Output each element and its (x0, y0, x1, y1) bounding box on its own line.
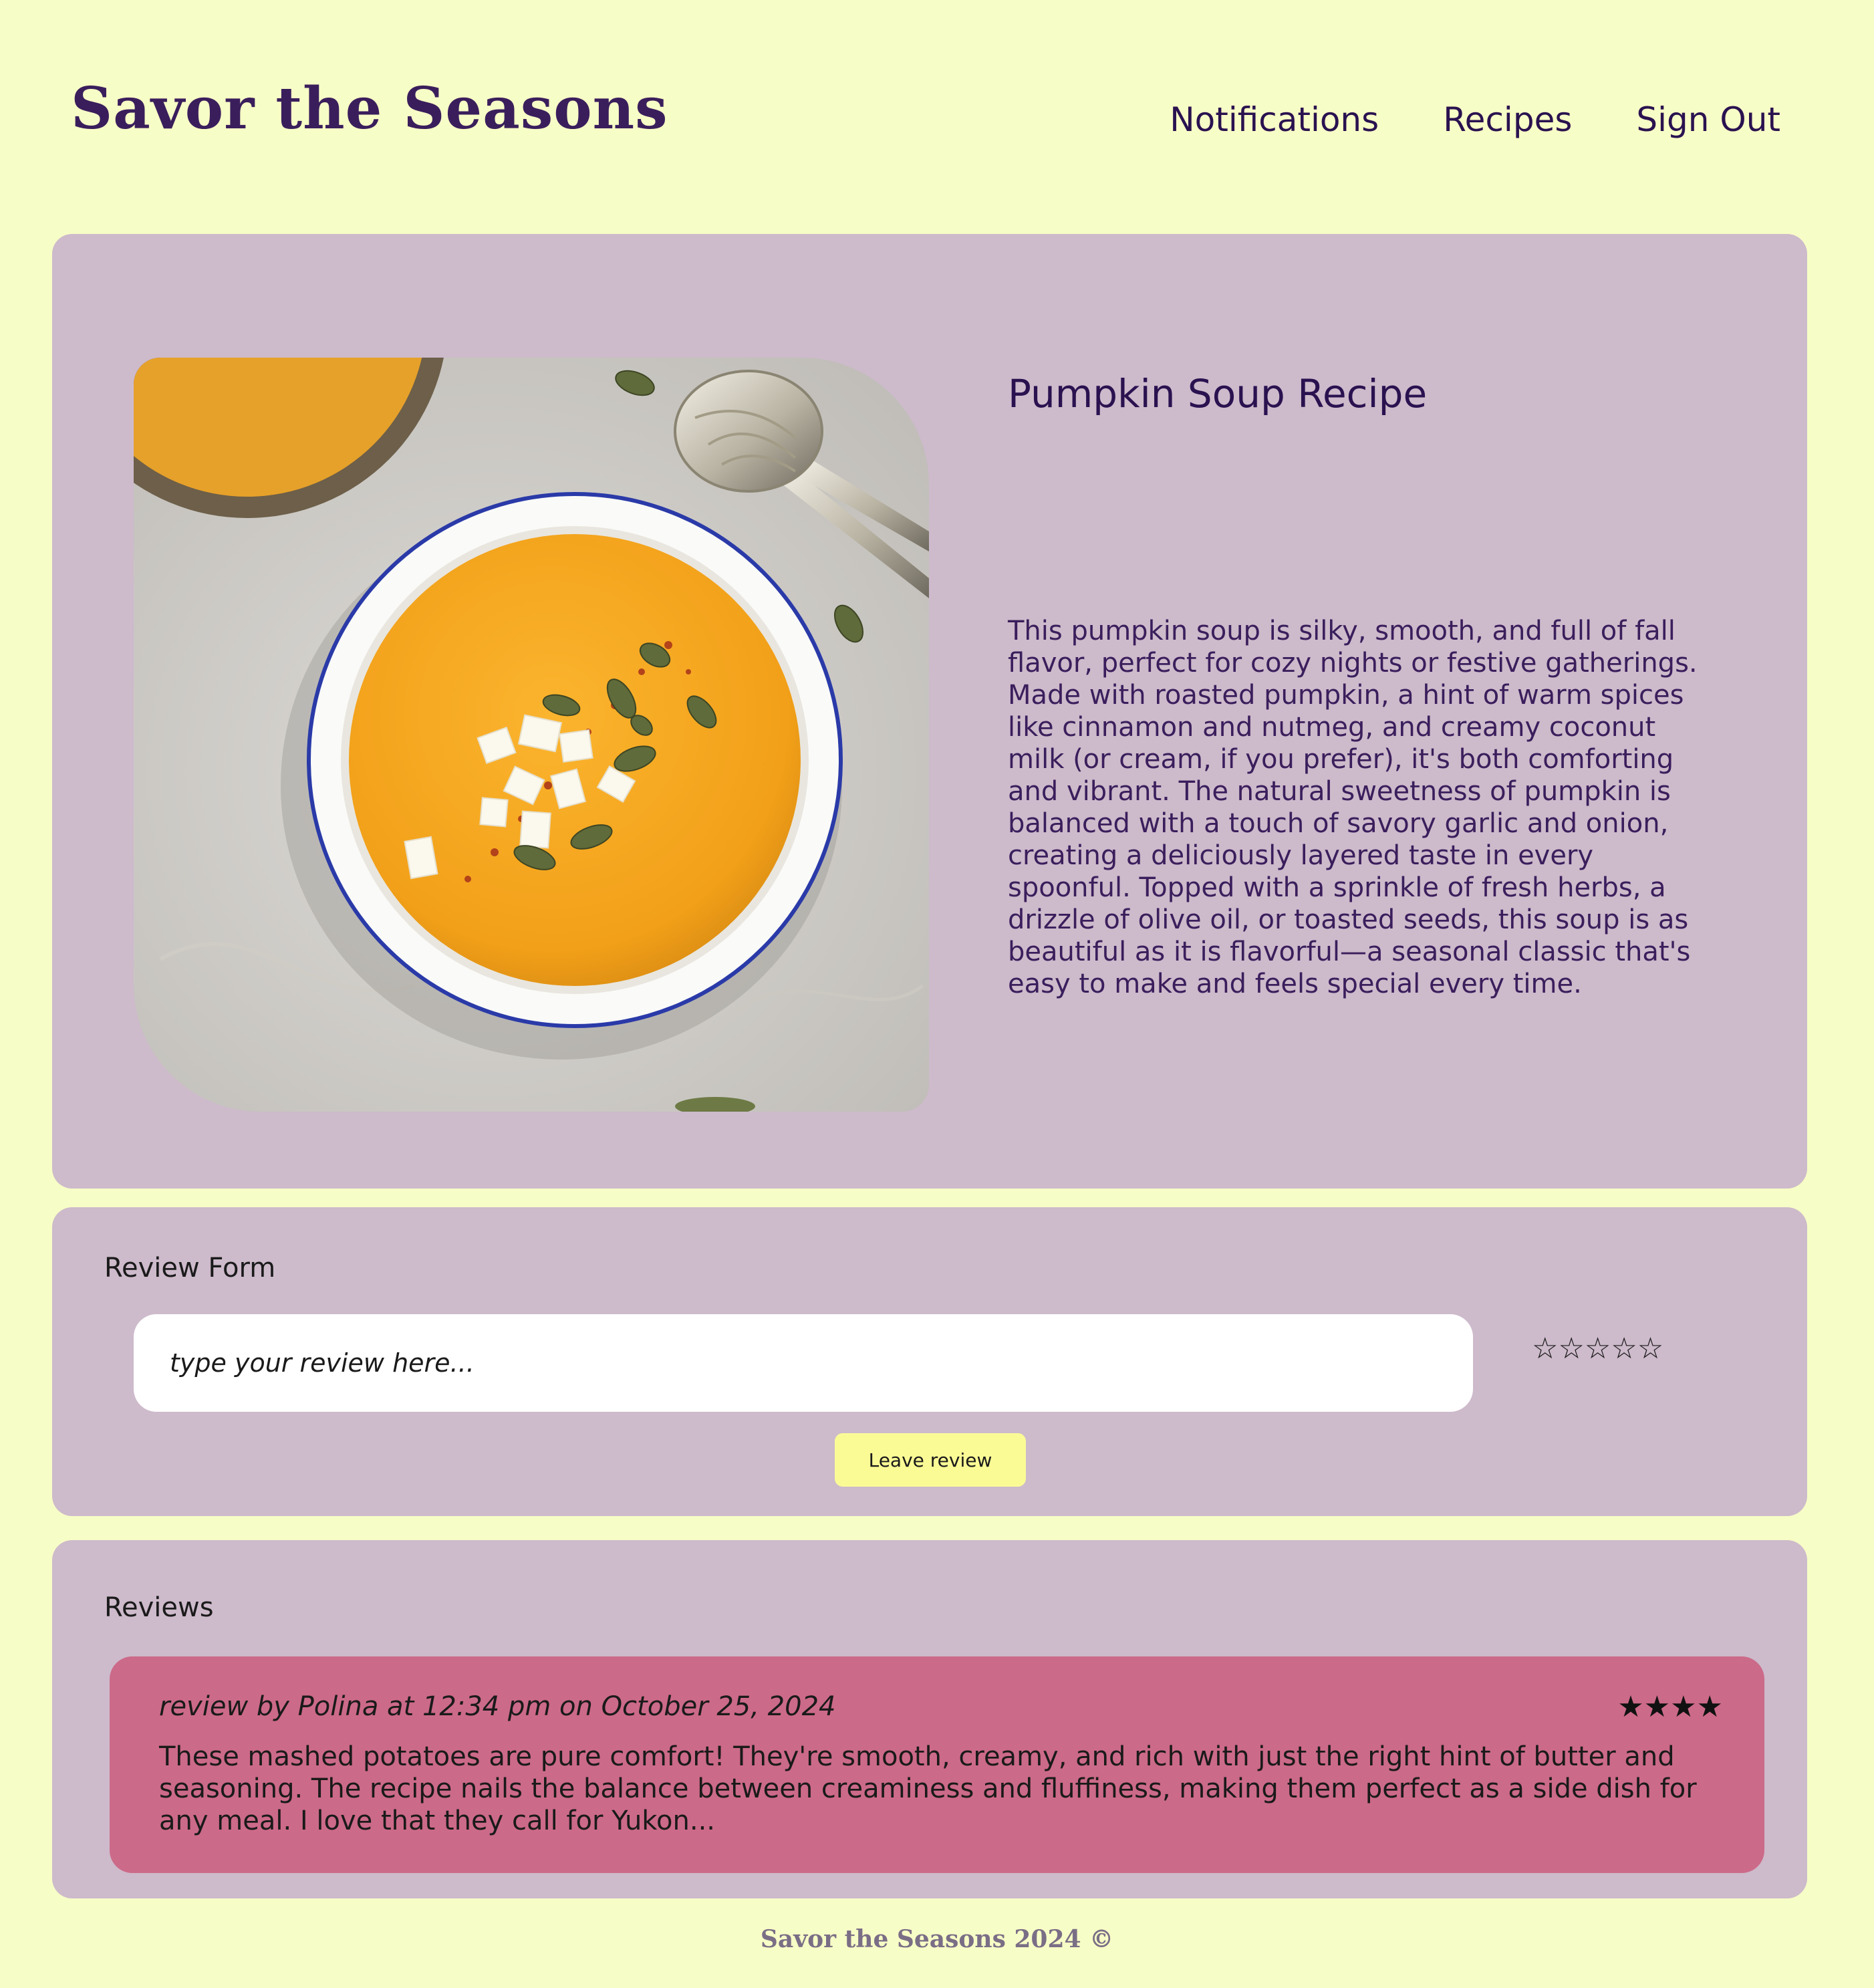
review-card: review by Polina at 12:34 pm on October … (110, 1656, 1764, 1873)
star-rating-input[interactable]: ☆☆☆☆☆ (1532, 1332, 1663, 1366)
recipe-description: This pumpkin soup is silky, smooth, and … (1008, 616, 1698, 999)
nav-recipes[interactable]: Recipes (1443, 100, 1572, 139)
site-footer: Savor the Seasons 2024 © (760, 1925, 1114, 1953)
reviews-panel: Reviews review by Polina at 12:34 pm on … (52, 1540, 1807, 1898)
review-meta: review by Polina at 12:34 pm on October … (159, 1691, 836, 1722)
recipe-title: Pumpkin Soup Recipe (1008, 371, 1428, 416)
site-logo[interactable]: Savor the Seasons (71, 75, 668, 142)
leave-review-button[interactable]: Leave review (835, 1433, 1026, 1487)
main-nav: Notifications Recipes Sign Out (1170, 100, 1780, 139)
nav-sign-out[interactable]: Sign Out (1636, 100, 1780, 139)
recipe-panel: Pumpkin Soup Recipe This pumpkin soup is… (52, 234, 1807, 1189)
review-form-panel: Review Form ☆☆☆☆☆ Leave review (52, 1207, 1807, 1516)
review-input[interactable] (134, 1314, 1473, 1412)
nav-notifications[interactable]: Notifications (1170, 100, 1379, 139)
review-body: These mashed potatoes are pure comfort! … (159, 1741, 1697, 1836)
review-form-label: Review Form (104, 1253, 276, 1283)
review-rating-stars: ★★★★ (1617, 1690, 1723, 1724)
pumpkin-soup-photo (134, 358, 929, 1112)
reviews-label: Reviews (104, 1592, 214, 1623)
